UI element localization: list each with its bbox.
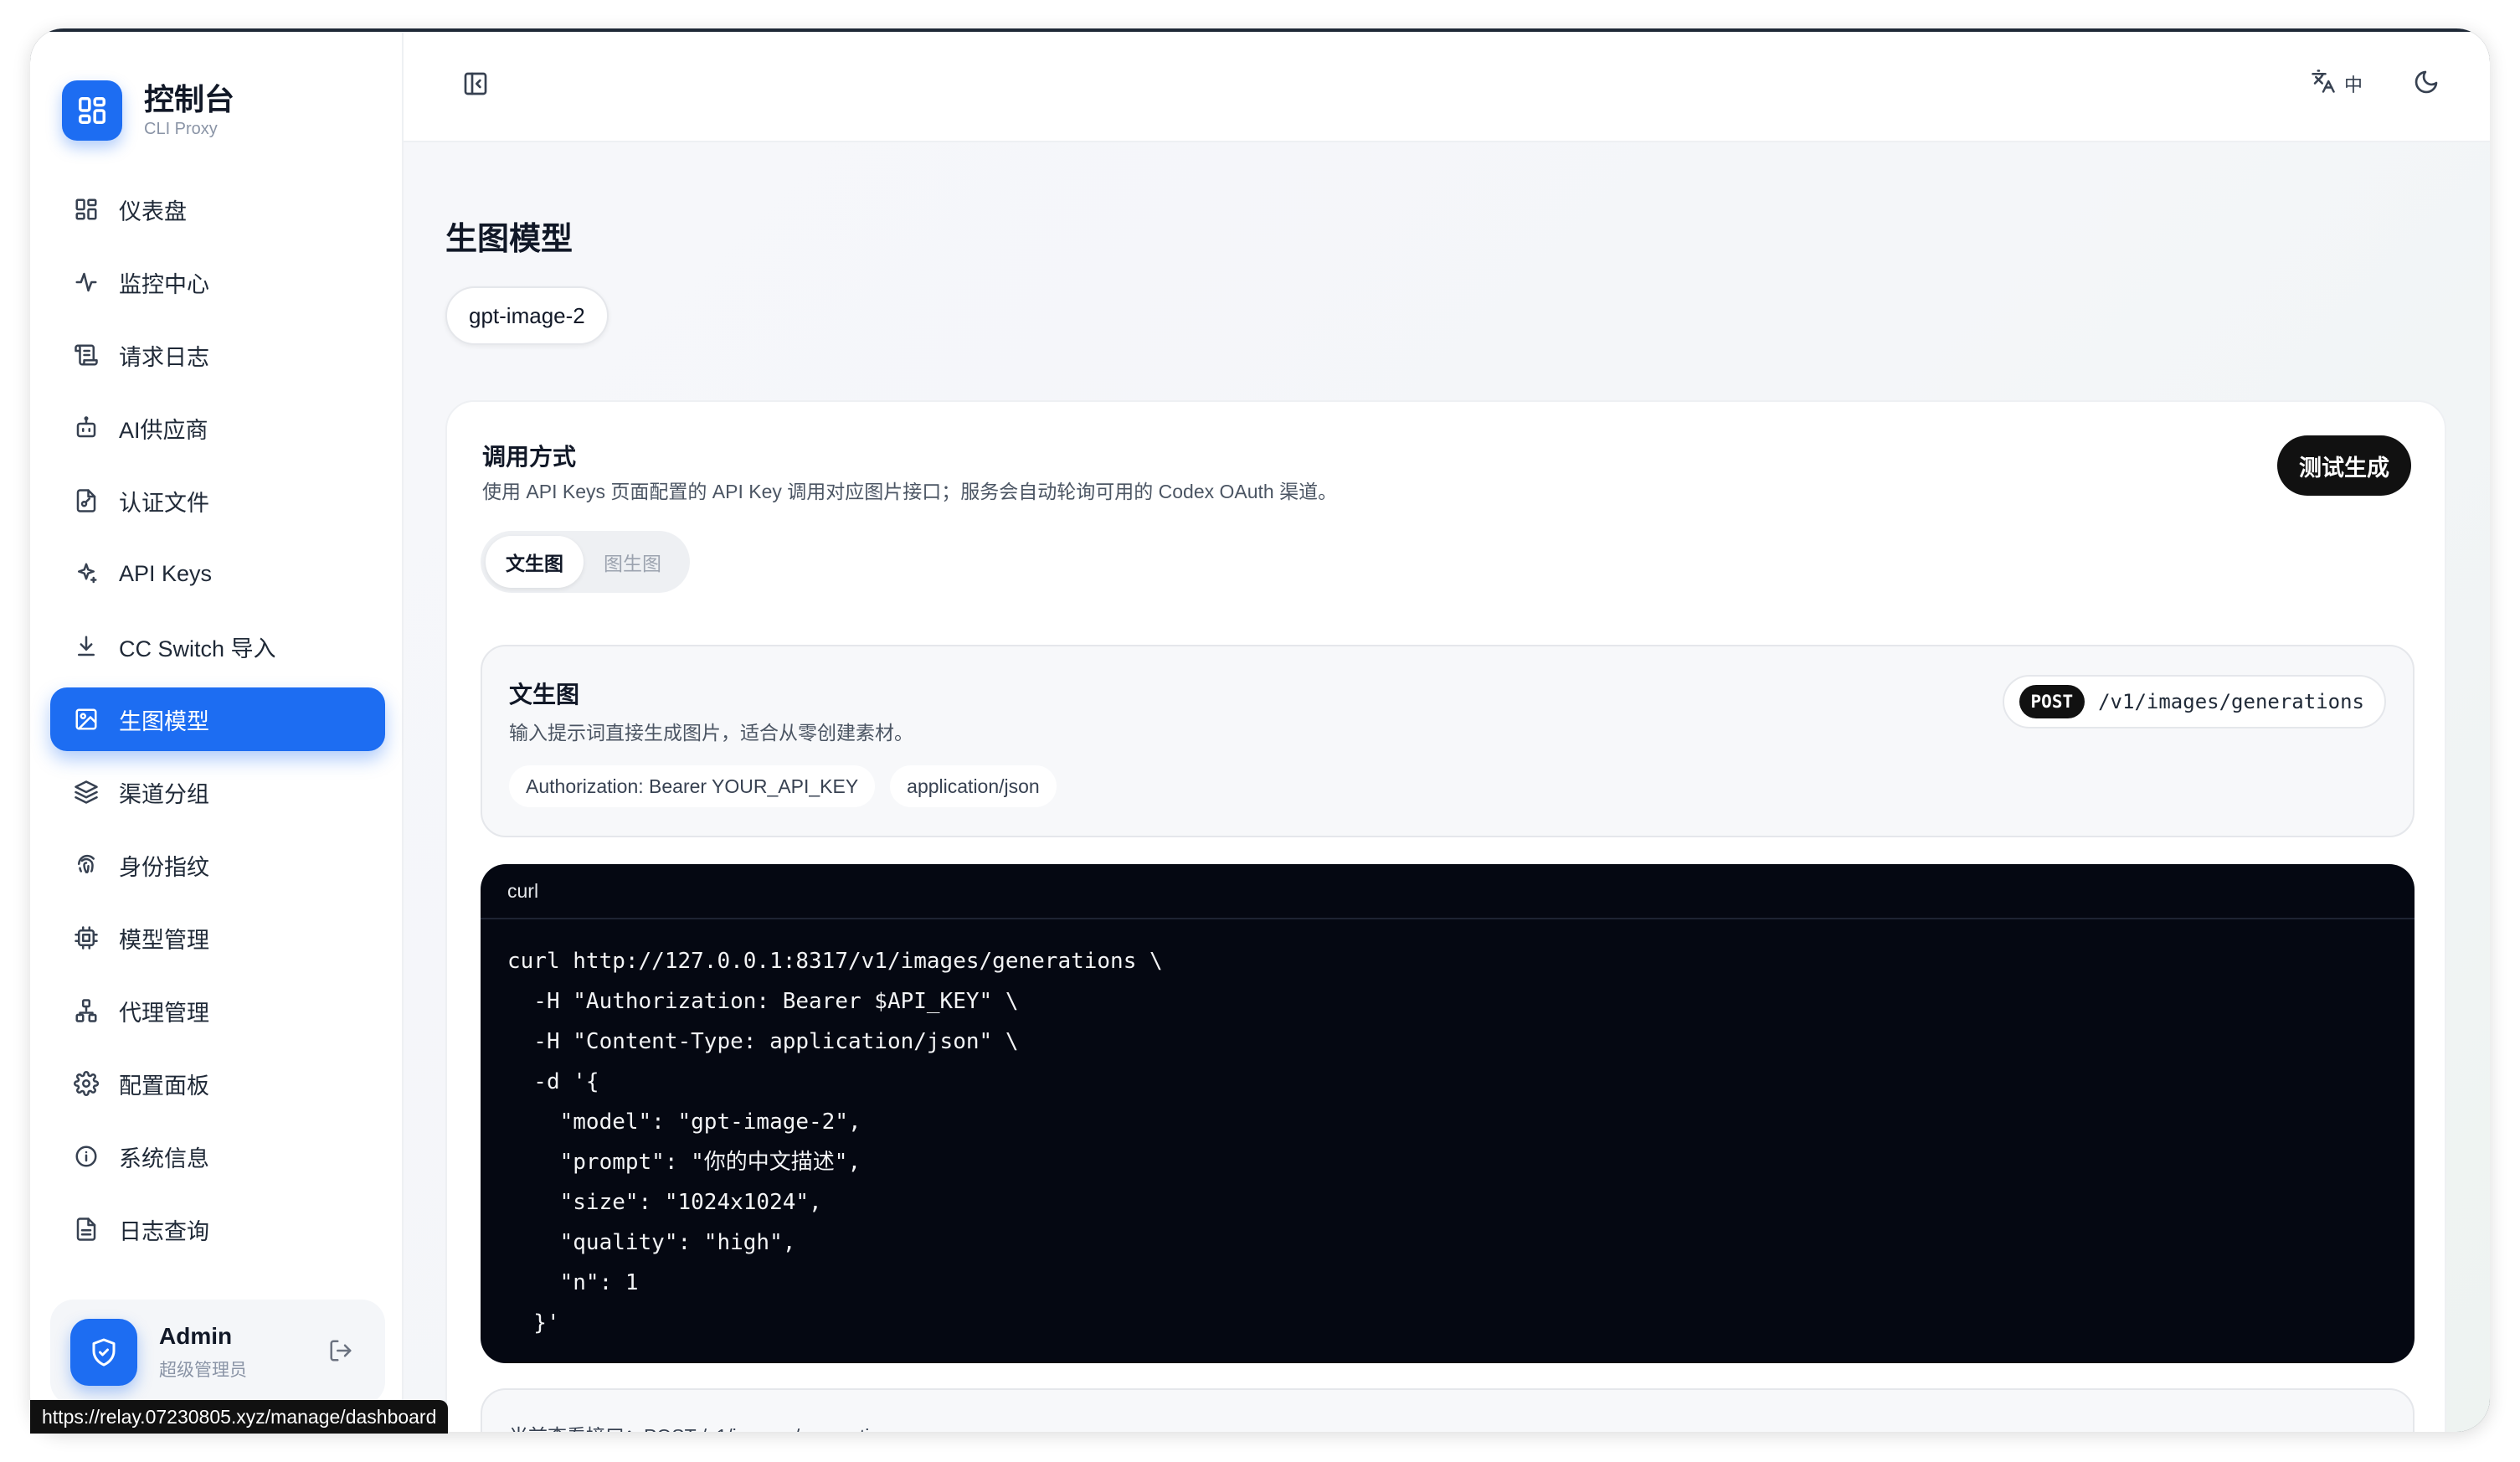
- code-line: "size": "1024x1024",: [507, 1190, 822, 1215]
- test-generate-button[interactable]: 测试生成: [2277, 435, 2411, 496]
- sidebar-item-model-management[interactable]: 模型管理: [50, 906, 385, 970]
- endpoint-description: 输入提示词直接生成图片，适合从零创建素材。: [509, 722, 913, 744]
- usage-card: 调用方式 使用 API Keys 页面配置的 API Key 调用对应图片接口；…: [445, 400, 2446, 1432]
- sidebar-item-api-keys[interactable]: API Keys: [50, 542, 385, 605]
- usage-title: 调用方式: [482, 444, 577, 470]
- tab-image-to-image[interactable]: 图生图: [584, 536, 681, 588]
- tab-text-to-image[interactable]: 文生图: [486, 536, 584, 588]
- sidebar-item-dashboard[interactable]: 仪表盘: [50, 178, 385, 241]
- sidebar-item-label: 认证文件: [119, 490, 209, 516]
- sidebar-item-ai-providers[interactable]: AI供应商: [50, 396, 385, 460]
- sidebar-toggle-icon[interactable]: [462, 70, 489, 101]
- code-line: -H "Content-Type: application/json" \: [507, 1029, 1019, 1054]
- sparkles-icon: [72, 559, 100, 588]
- model-chip[interactable]: gpt-image-2: [445, 286, 609, 345]
- code-line: }': [507, 1310, 560, 1336]
- sidebar-item-image-models[interactable]: 生图模型: [50, 687, 385, 751]
- code-body[interactable]: curl http://127.0.0.1:8317/v1/images/gen…: [481, 919, 2415, 1363]
- shield-icon: [70, 1319, 137, 1386]
- code-line: "model": "gpt-image-2",: [507, 1109, 861, 1135]
- sidebar-item-label: 系统信息: [119, 1145, 209, 1171]
- sidebar-item-label: CC Switch 导入: [119, 636, 276, 662]
- moon-icon[interactable]: [2413, 69, 2440, 100]
- brand-subtitle: CLI Proxy: [144, 119, 218, 138]
- sidebar-item-cc-switch-import[interactable]: CC Switch 导入: [50, 615, 385, 678]
- app-window: 控制台 CLI Proxy 仪表盘 监控中心 请求日志 AI供应商 认证文件 A…: [30, 28, 2490, 1432]
- sidebar-item-label: 代理管理: [119, 1000, 209, 1026]
- image-icon: [72, 705, 100, 734]
- dashboard-icon: [72, 195, 100, 224]
- languages-icon: [2311, 69, 2336, 99]
- code-line: -H "Authorization: Bearer $API_KEY" \: [507, 989, 1019, 1014]
- sidebar-item-request-logs[interactable]: 请求日志: [50, 323, 385, 387]
- sidebar-nav: 仪表盘 监控中心 请求日志 AI供应商 认证文件 API Keys CC Swi…: [50, 178, 385, 1270]
- code-language: curl: [481, 864, 2415, 919]
- file-text-icon: [72, 1215, 100, 1243]
- sidebar-item-label: 渠道分组: [119, 781, 209, 807]
- sidebar-item-label: 配置面板: [119, 1073, 209, 1099]
- status-bar-url: https://relay.07230805.xyz/manage/dashbo…: [30, 1400, 449, 1434]
- sidebar-item-log-query[interactable]: 日志查询: [50, 1197, 385, 1261]
- sidebar-item-auth-files[interactable]: 认证文件: [50, 469, 385, 533]
- sidebar-item-label: 仪表盘: [119, 198, 187, 224]
- sidebar-item-label: 模型管理: [119, 927, 209, 953]
- language-switch[interactable]: 中: [2311, 69, 2363, 99]
- user-name: Admin: [159, 1323, 233, 1349]
- fingerprint-icon: [72, 851, 100, 879]
- sidebar-item-label: 生图模型: [119, 708, 209, 734]
- sidebar-item-system-info[interactable]: 系统信息: [50, 1125, 385, 1188]
- file-key-icon: [72, 486, 100, 515]
- code-line: "quality": "high",: [507, 1230, 796, 1255]
- usage-description: 使用 API Keys 页面配置的 API Key 调用对应图片接口；服务会自动…: [482, 481, 1338, 502]
- settings-icon: [72, 1069, 100, 1098]
- sidebar-item-label: 身份指纹: [119, 854, 209, 880]
- network-icon: [72, 996, 100, 1025]
- mode-tabs: 文生图 图生图: [481, 531, 690, 593]
- current-endpoint-info: 当前查看接口：POST /v1/images/generations: [481, 1388, 2415, 1432]
- code-block: curl curl http://127.0.0.1:8317/v1/image…: [481, 864, 2415, 1363]
- user-role: 超级管理员: [159, 1361, 247, 1380]
- sidebar-item-label: API Keys: [119, 560, 213, 586]
- sidebar-item-config-panel[interactable]: 配置面板: [50, 1052, 385, 1115]
- sidebar-item-label: 请求日志: [119, 344, 209, 370]
- page-title: 生图模型: [445, 222, 573, 257]
- sidebar-item-monitor[interactable]: 监控中心: [50, 250, 385, 314]
- bot-icon: [72, 414, 100, 442]
- dashboard-icon: [62, 80, 122, 141]
- layers-icon: [72, 778, 100, 806]
- sidebar-item-label: 日志查询: [119, 1218, 209, 1244]
- cpu-icon: [72, 924, 100, 952]
- download-icon: [72, 632, 100, 661]
- main-content: 生图模型 gpt-image-2 调用方式 使用 API Keys 页面配置的 …: [404, 142, 2490, 1432]
- endpoint-route: POST /v1/images/generations: [2002, 675, 2386, 728]
- code-line: "prompt": "你的中文描述",: [507, 1150, 861, 1175]
- info-icon: [72, 1142, 100, 1171]
- brand[interactable]: 控制台 CLI Proxy: [62, 80, 234, 141]
- code-line: curl http://127.0.0.1:8317/v1/images/gen…: [507, 949, 1163, 974]
- method-badge: POST: [2019, 685, 2085, 718]
- sidebar: 控制台 CLI Proxy 仪表盘 监控中心 请求日志 AI供应商 认证文件 A…: [30, 28, 404, 1432]
- user-card: Admin 超级管理员: [50, 1300, 385, 1405]
- endpoint-panel: 文生图 输入提示词直接生成图片，适合从零创建素材。 Authorization:…: [481, 645, 2415, 837]
- sidebar-item-fingerprint[interactable]: 身份指纹: [50, 833, 385, 897]
- code-line: "n": 1: [507, 1270, 639, 1295]
- endpoint-title: 文生图: [509, 682, 580, 708]
- brand-title: 控制台: [144, 81, 235, 116]
- sidebar-item-proxy-management[interactable]: 代理管理: [50, 979, 385, 1042]
- code-line: -d '{: [507, 1069, 599, 1094]
- content-type-tag: application/json: [890, 765, 1057, 807]
- auth-header-tag: Authorization: Bearer YOUR_API_KEY: [509, 765, 876, 807]
- sidebar-item-label: AI供应商: [119, 417, 208, 443]
- endpoint-tags: Authorization: Bearer YOUR_API_KEY appli…: [509, 765, 1072, 807]
- route-path: /v1/images/generations: [2098, 690, 2364, 713]
- logout-icon[interactable]: [328, 1338, 353, 1367]
- activity-icon: [72, 268, 100, 296]
- topbar: 中: [404, 28, 2490, 142]
- sidebar-item-channel-groups[interactable]: 渠道分组: [50, 760, 385, 824]
- scroll-icon: [72, 341, 100, 369]
- sidebar-item-label: 监控中心: [119, 271, 209, 297]
- language-label: 中: [2343, 75, 2363, 95]
